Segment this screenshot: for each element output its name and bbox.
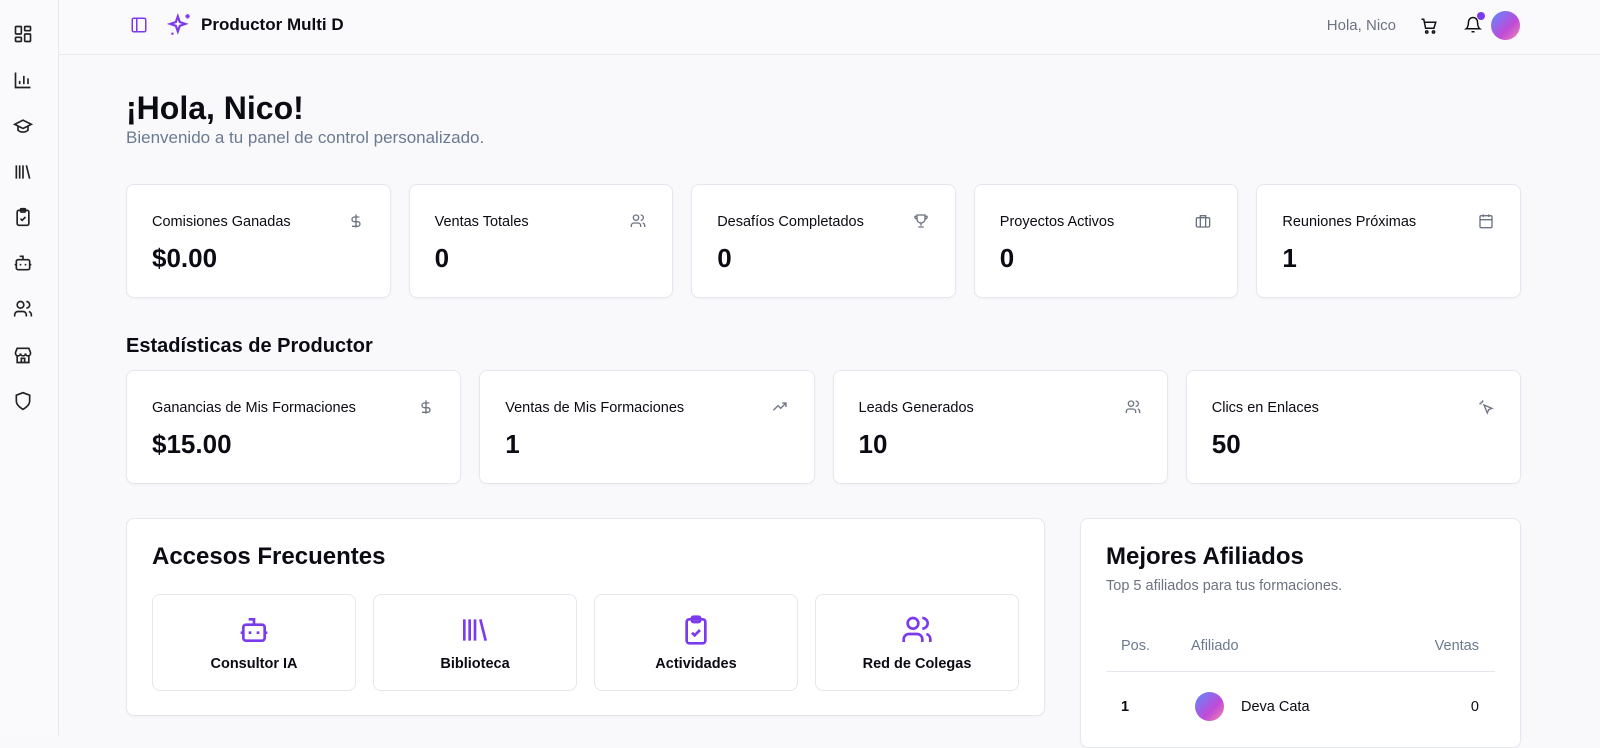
bar-chart-icon[interactable] — [6, 63, 40, 97]
summary-stats: Comisiones Ganadas $0.00 Ventas Totales 0 … — [126, 184, 1521, 298]
shield-icon[interactable] — [6, 384, 40, 418]
affiliate-position: 1 — [1121, 699, 1130, 715]
stat-value: $0.00 — [152, 243, 218, 273]
stat-value: 1 — [1282, 243, 1297, 273]
quick-access-activities[interactable]: Actividades — [594, 594, 798, 691]
app-title: Productor Multi D — [201, 15, 344, 34]
trophy-icon — [913, 213, 929, 229]
table-divider — [1106, 671, 1495, 672]
quick-access-label: Biblioteca — [440, 655, 510, 672]
stat-label: Ventas de Mis Formaciones — [505, 400, 685, 416]
trending-up-icon — [772, 399, 788, 415]
stat-value: 0 — [717, 243, 732, 273]
stat-card-meetings: Reuniones Próximas 1 — [1256, 184, 1521, 298]
stat-label: Leads Generados — [858, 400, 974, 416]
affiliate-avatar — [1195, 692, 1224, 721]
stat-label: Ganancias de Mis Formaciones — [152, 400, 356, 416]
calendar-icon — [1478, 213, 1494, 229]
cart-icon[interactable] — [1420, 17, 1438, 35]
stat-label: Comisiones Ganadas — [152, 214, 291, 230]
stat-value: 1 — [505, 429, 520, 459]
stat-label: Proyectos Activos — [999, 214, 1115, 230]
stat-value: $15.00 — [152, 429, 232, 459]
stat-value: 10 — [858, 429, 888, 459]
quick-access-label: Consultor IA — [210, 655, 298, 672]
affiliate-sales: 0 — [1470, 699, 1479, 715]
users-icon — [1125, 399, 1141, 415]
stat-label: Reuniones Próximas — [1282, 214, 1417, 230]
stat-card-sales: Ventas Totales 0 — [408, 184, 674, 298]
store-icon[interactable] — [6, 338, 40, 372]
top-affiliates-title: Mejores Afiliados — [1106, 543, 1304, 570]
notifications-bell-icon[interactable] — [1464, 12, 1485, 34]
quick-access-library[interactable]: Biblioteca — [373, 594, 577, 691]
affiliate-name: Deva Cata — [1241, 699, 1310, 715]
pointer-click-icon — [1478, 399, 1494, 415]
quick-access-card: Accesos Frecuentes Consultor IA Bibliote… — [126, 518, 1045, 716]
top-affiliates-subtitle: Top 5 afiliados para tus formaciones. — [1106, 578, 1343, 594]
library-icon — [463, 618, 487, 641]
column-header-pos: Pos. — [1121, 638, 1151, 654]
column-header-sales: Ventas — [1434, 638, 1479, 654]
top-affiliates-card: Mejores Afiliados Top 5 afiliados para t… — [1080, 518, 1521, 748]
sidebar — [0, 0, 59, 735]
briefcase-icon — [1195, 213, 1211, 229]
header-greeting: Hola, Nico — [1326, 17, 1396, 34]
stat-card-earnings: Ganancias de Mis Formaciones $15.00 — [126, 370, 462, 484]
users-icon — [902, 616, 932, 642]
sidebar-toggle-icon[interactable] — [130, 16, 148, 34]
welcome-subtitle: Bienvenido a tu panel de control persona… — [126, 128, 485, 147]
stat-card-challenges: Desafíos Completados 0 — [691, 184, 956, 298]
stat-card-clicks: Clics en Enlaces 50 — [1185, 370, 1521, 484]
stat-label: Clics en Enlaces — [1211, 400, 1319, 416]
dashboard-icon[interactable] — [6, 17, 40, 51]
stat-card-leads: Leads Generados 10 — [832, 370, 1168, 484]
stat-value: 50 — [1211, 429, 1241, 459]
bot-icon[interactable] — [6, 246, 40, 280]
top-header: Productor Multi D Hola, Nico — [59, 0, 1600, 55]
users-icon — [630, 213, 646, 229]
users-icon[interactable] — [6, 292, 40, 326]
stat-value: 0 — [434, 243, 450, 273]
graduation-cap-icon[interactable] — [6, 109, 40, 143]
notification-dot — [1477, 12, 1485, 20]
sparkles-logo-icon — [167, 12, 193, 38]
quick-access-title: Accesos Frecuentes — [152, 543, 386, 570]
quick-access-label: Red de Colegas — [862, 655, 972, 672]
stat-value: 0 — [999, 243, 1015, 273]
welcome-title: ¡Hola, Nico! — [126, 90, 304, 126]
clipboard-check-icon[interactable] — [6, 200, 40, 234]
column-header-affiliate: Afiliado — [1191, 638, 1239, 654]
producer-stats: Ganancias de Mis Formaciones $15.00 Venta… — [126, 370, 1521, 484]
bot-icon — [240, 617, 268, 642]
quick-access-colleagues[interactable]: Red de Colegas — [815, 594, 1019, 691]
stat-card-course-sales: Ventas de Mis Formaciones 1 — [479, 370, 815, 484]
user-avatar[interactable] — [1491, 11, 1520, 40]
quick-access-ai-consultant[interactable]: Consultor IA — [152, 594, 356, 691]
quick-access-label: Actividades — [655, 655, 737, 672]
stat-label: Desafíos Completados — [717, 214, 864, 230]
library-icon[interactable] — [6, 155, 40, 189]
dollar-icon — [418, 399, 434, 415]
dollar-icon — [348, 213, 364, 229]
stat-card-projects: Proyectos Activos 0 — [973, 184, 1239, 298]
stat-label: Ventas Totales — [434, 214, 529, 230]
producer-stats-title: Estadísticas de Productor — [126, 335, 373, 357]
clipboard-check-icon — [685, 614, 707, 645]
stat-card-commissions: Comisiones Ganadas $0.00 — [126, 184, 391, 298]
